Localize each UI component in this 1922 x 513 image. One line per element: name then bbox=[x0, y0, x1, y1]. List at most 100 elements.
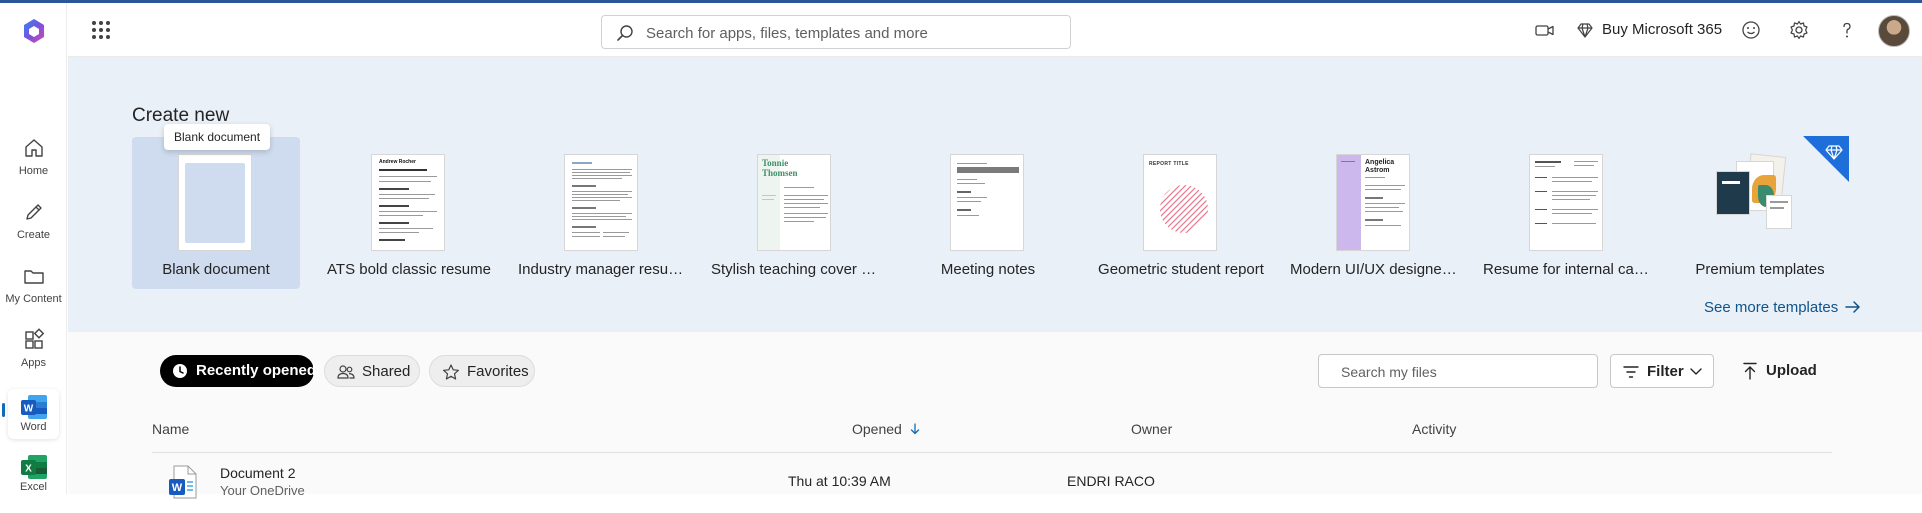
excel-icon: X bbox=[19, 453, 49, 481]
search-icon bbox=[617, 25, 633, 41]
tab-favorites[interactable]: Favorites bbox=[429, 355, 535, 387]
rail-label-my-content: My Content bbox=[5, 293, 62, 305]
thumb-report-title: REPORT TITLE bbox=[1149, 161, 1189, 167]
thumb-name-line-1: Tonnie bbox=[762, 158, 789, 168]
buy-microsoft365-label: Buy Microsoft 365 bbox=[1602, 21, 1723, 38]
template-meeting-notes[interactable]: Meeting notes bbox=[904, 137, 1072, 289]
file-name: Document 2 bbox=[220, 465, 296, 481]
template-label: Resume for internal candidate bbox=[1483, 261, 1651, 278]
column-header-activity[interactable]: Activity bbox=[1412, 421, 1456, 437]
geometric-pattern-icon bbox=[1160, 185, 1208, 233]
filter-button[interactable]: Filter bbox=[1610, 354, 1714, 388]
tab-shared[interactable]: Shared bbox=[324, 355, 420, 387]
template-internal-candidate-resume[interactable]: Resume for internal candidate bbox=[1483, 137, 1651, 289]
template-thumbnail: Angelica Astrom bbox=[1336, 154, 1410, 251]
home-icon bbox=[24, 139, 43, 157]
rail-item-create[interactable]: Create bbox=[0, 199, 67, 259]
pen-icon bbox=[25, 204, 42, 220]
template-industry-manager-resume[interactable]: Industry manager resume bbox=[518, 137, 686, 289]
file-location: Your OneDrive bbox=[220, 483, 305, 498]
template-thumbnail bbox=[950, 154, 1024, 251]
svg-text:W: W bbox=[23, 404, 33, 415]
smiley-feedback-icon[interactable] bbox=[1739, 18, 1763, 42]
see-more-templates-label: See more templates bbox=[1704, 299, 1839, 316]
template-thumbnail bbox=[564, 154, 638, 251]
apps-icon bbox=[24, 328, 44, 349]
user-avatar[interactable] bbox=[1878, 15, 1910, 47]
template-uiux-designer-resume[interactable]: Angelica Astrom Modern UI/UX designer re… bbox=[1290, 137, 1458, 289]
thumb-name-line-1: Angelica bbox=[1365, 159, 1395, 166]
people-icon bbox=[337, 365, 355, 379]
folder-icon bbox=[23, 270, 44, 284]
template-label: Geometric student report bbox=[1098, 261, 1264, 278]
template-thumbnail bbox=[1529, 154, 1603, 251]
tooltip-blank-document: Blank document bbox=[164, 124, 271, 150]
template-label: Premium templates bbox=[1695, 261, 1825, 278]
template-ats-resume[interactable]: Andrew Rocher ATS bold classic resume bbox=[325, 137, 493, 289]
top-bar: Buy Microsoft 365 bbox=[68, 3, 1922, 57]
tab-shared-label: Shared bbox=[362, 363, 411, 380]
sort-arrow-down-icon bbox=[910, 423, 919, 435]
arrow-right-icon bbox=[1845, 301, 1860, 313]
column-header-owner[interactable]: Owner bbox=[1131, 421, 1172, 437]
word-icon: W bbox=[19, 393, 49, 421]
column-header-name[interactable]: Name bbox=[152, 421, 189, 437]
help-icon[interactable] bbox=[1835, 18, 1859, 42]
template-thumbnail: Tonnie Thomsen bbox=[757, 154, 831, 251]
global-search-input[interactable] bbox=[646, 22, 1056, 44]
thumb-name-line-2: Astrom bbox=[1365, 167, 1390, 174]
rail-label-word: Word bbox=[20, 421, 47, 433]
template-teaching-cover-letter[interactable]: Tonnie Thomsen Stylish teaching cover le… bbox=[711, 137, 879, 289]
see-more-templates-link[interactable]: See more templates bbox=[1704, 299, 1862, 316]
rail-label-home: Home bbox=[18, 165, 49, 177]
upload-button[interactable]: Upload bbox=[1734, 354, 1820, 388]
rail-item-excel[interactable]: X Excel bbox=[0, 453, 67, 513]
column-header-opened[interactable]: Opened bbox=[852, 421, 920, 437]
filter-icon bbox=[1623, 366, 1639, 378]
rail-label-apps: Apps bbox=[20, 357, 47, 369]
tab-recently-opened[interactable]: Recently opened bbox=[160, 355, 317, 387]
template-label: Stylish teaching cover letter bbox=[711, 261, 879, 278]
template-thumbnail: REPORT TITLE bbox=[1143, 154, 1217, 251]
gear-icon[interactable] bbox=[1787, 18, 1811, 42]
template-geometric-student-report[interactable]: REPORT TITLE Geometric student report bbox=[1097, 137, 1265, 289]
file-opened-time: Thu at 10:39 AM bbox=[788, 473, 891, 489]
left-rail: Home Create My Content Apps W Word X Exc… bbox=[0, 3, 67, 494]
svg-text:X: X bbox=[25, 464, 32, 475]
global-search[interactable] bbox=[601, 15, 1071, 49]
table-row[interactable]: W Document 2 Your OneDrive Thu at 10:39 … bbox=[152, 453, 1832, 499]
tab-favorites-label: Favorites bbox=[467, 363, 529, 380]
thumb-name-text: Andrew Rocher bbox=[379, 159, 416, 165]
rail-active-indicator bbox=[2, 403, 5, 417]
tab-recently-opened-label: Recently opened bbox=[196, 362, 317, 379]
diamond-icon bbox=[1577, 23, 1593, 38]
premium-collage-icon bbox=[1714, 153, 1794, 235]
template-label: Industry manager resume bbox=[518, 261, 686, 278]
file-search[interactable] bbox=[1318, 354, 1598, 388]
rail-item-apps[interactable]: Apps bbox=[0, 327, 67, 387]
template-label: Modern UI/UX designer resume bbox=[1290, 261, 1458, 278]
template-label: ATS bold classic resume bbox=[327, 261, 491, 278]
template-label: Meeting notes bbox=[940, 261, 1036, 278]
files-section: Recently opened Shared Favorites Filter … bbox=[68, 332, 1922, 499]
star-icon bbox=[443, 364, 459, 380]
premium-diamond-badge-icon bbox=[1803, 136, 1849, 182]
rail-label-create: Create bbox=[16, 229, 51, 241]
filter-label: Filter bbox=[1647, 363, 1684, 380]
template-thumbnail bbox=[178, 154, 252, 251]
clock-icon bbox=[173, 364, 187, 378]
chevron-down-icon bbox=[1690, 368, 1702, 375]
microsoft365-logo-icon[interactable] bbox=[20, 17, 48, 45]
app-launcher-icon[interactable] bbox=[92, 21, 110, 39]
rail-item-my-content[interactable]: My Content bbox=[0, 263, 67, 323]
file-search-input[interactable] bbox=[1341, 361, 1591, 383]
file-owner: ENDRI RACO bbox=[1067, 473, 1155, 489]
svg-text:W: W bbox=[172, 482, 183, 494]
template-blank-document[interactable]: Blank document bbox=[132, 137, 300, 289]
rail-item-home[interactable]: Home bbox=[0, 135, 67, 195]
rail-item-word[interactable]: W Word bbox=[8, 389, 59, 439]
rail-label-excel: Excel bbox=[20, 481, 47, 493]
template-thumbnail: Andrew Rocher bbox=[371, 154, 445, 251]
create-new-section: Create new Blank document Andrew Rocher … bbox=[68, 57, 1922, 332]
video-camera-icon[interactable] bbox=[1533, 18, 1557, 42]
